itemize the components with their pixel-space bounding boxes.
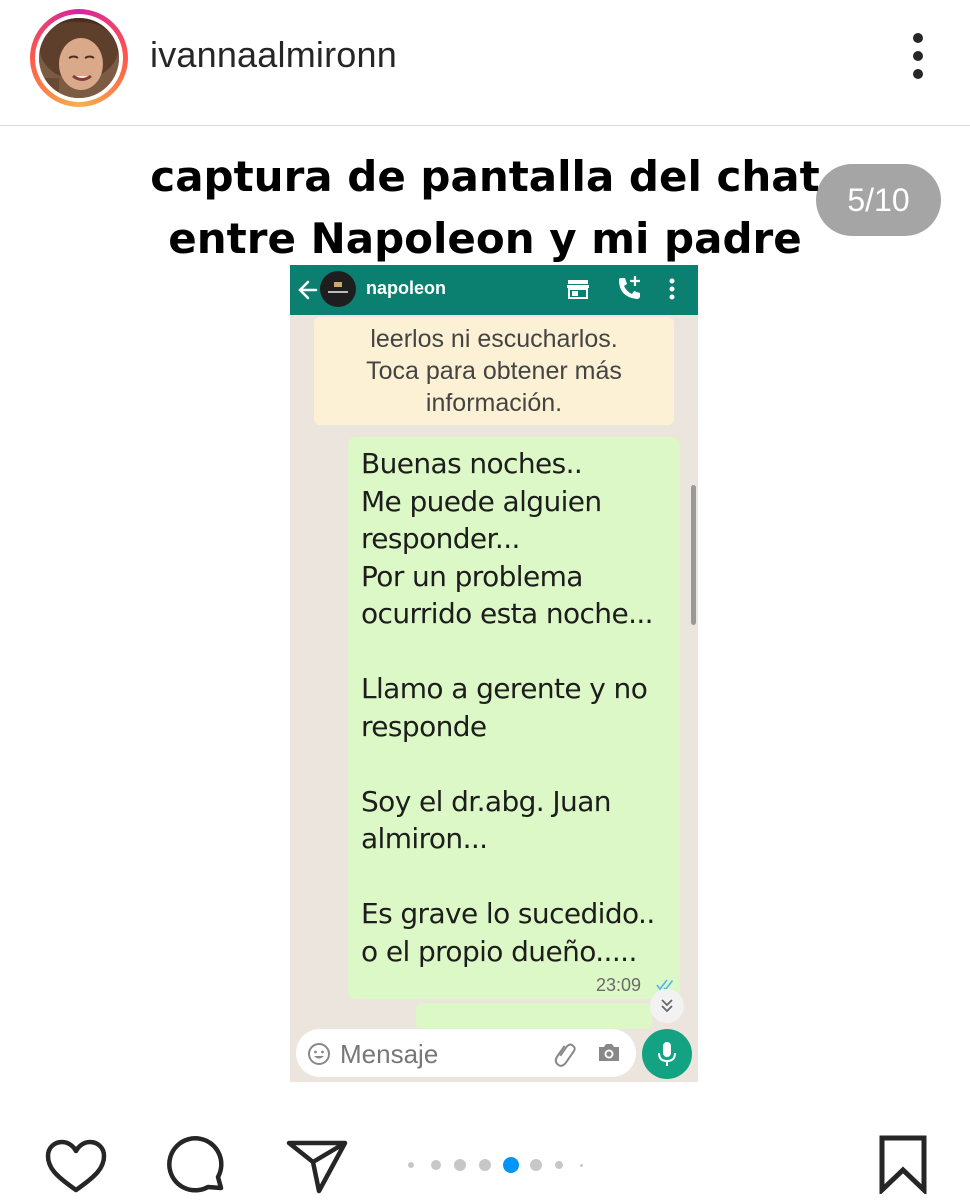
avatar-border — [35, 14, 123, 102]
message-text: Buenas noches.. Me puede alguien respond… — [361, 445, 676, 970]
carousel-counter: 5/10 — [816, 164, 941, 236]
message-line: o el propio dueño..... — [361, 934, 637, 968]
carousel-dot — [580, 1164, 583, 1167]
share-icon[interactable] — [286, 1138, 348, 1194]
message-line — [361, 633, 676, 671]
heart-icon[interactable] — [44, 1138, 108, 1196]
post-header: ivannaalmironn — [0, 0, 970, 126]
message-line: Buenas noches.. — [361, 447, 583, 480]
encryption-notice: leerlos ni escucharlos. Toca para obtene… — [314, 317, 674, 425]
carousel-dot — [479, 1159, 491, 1171]
message-line: Por un problema — [361, 559, 583, 593]
message-line: almiron... — [361, 822, 488, 855]
back-arrow-icon — [298, 275, 318, 305]
notice-line: Toca para obtener más — [366, 357, 622, 385]
carousel-dot — [555, 1161, 563, 1169]
vertical-dots-icon[interactable] — [896, 26, 940, 90]
carousel-dot — [408, 1162, 414, 1168]
notice-line: información. — [425, 389, 563, 417]
chat-header: napoleon — [290, 265, 698, 315]
microphone-icon — [642, 1029, 692, 1079]
message-line: ocurrido esta noche... — [361, 597, 654, 630]
message-bubble: Buenas noches.. Me puede alguien respond… — [348, 437, 680, 999]
scroll-down-icon — [650, 989, 684, 1023]
carousel-dot — [431, 1160, 441, 1170]
message-line: Llamo a gerente y no — [361, 672, 648, 705]
message-line: Es grave lo sucedido.. — [361, 897, 655, 930]
message-input-bar: Mensaje — [296, 1029, 636, 1077]
message-line: responder... — [361, 522, 520, 555]
message-line: Me puede alguien — [361, 484, 602, 518]
shop-icon — [566, 278, 590, 300]
comment-icon[interactable] — [166, 1136, 228, 1198]
emoji-icon — [308, 1043, 330, 1065]
username[interactable]: ivannaalmironn — [150, 34, 397, 76]
carousel-dots — [408, 1156, 588, 1174]
message-line: Soy el dr.abg. Juan — [361, 784, 612, 818]
bookmark-icon[interactable] — [878, 1134, 928, 1196]
chat-scrollbar — [691, 485, 696, 625]
message-placeholder: Mensaje — [340, 1039, 439, 1069]
avatar-illustration — [39, 18, 119, 98]
chat-screenshot: napoleon leerlos ni escucharlos. Toca pa… — [290, 265, 698, 1082]
add-call-icon — [616, 275, 642, 301]
profile-photo — [39, 18, 119, 98]
menu-dots-icon — [666, 275, 678, 303]
carousel-dot-active — [503, 1157, 519, 1173]
camera-icon — [596, 1041, 622, 1065]
attach-clip-icon — [552, 1041, 578, 1067]
avatar[interactable] — [30, 9, 128, 107]
contact-name: napoleon — [366, 278, 446, 298]
carousel-dot — [454, 1159, 466, 1171]
message-line — [361, 858, 676, 896]
contact-logo — [320, 271, 356, 307]
message-time: 23:09 — [596, 975, 642, 995]
notice-line: leerlos ni escucharlos. — [370, 325, 618, 353]
message-line — [361, 745, 676, 783]
message-line: responde — [361, 709, 487, 743]
next-message-peek — [416, 1003, 652, 1029]
carousel-dot — [530, 1159, 542, 1171]
